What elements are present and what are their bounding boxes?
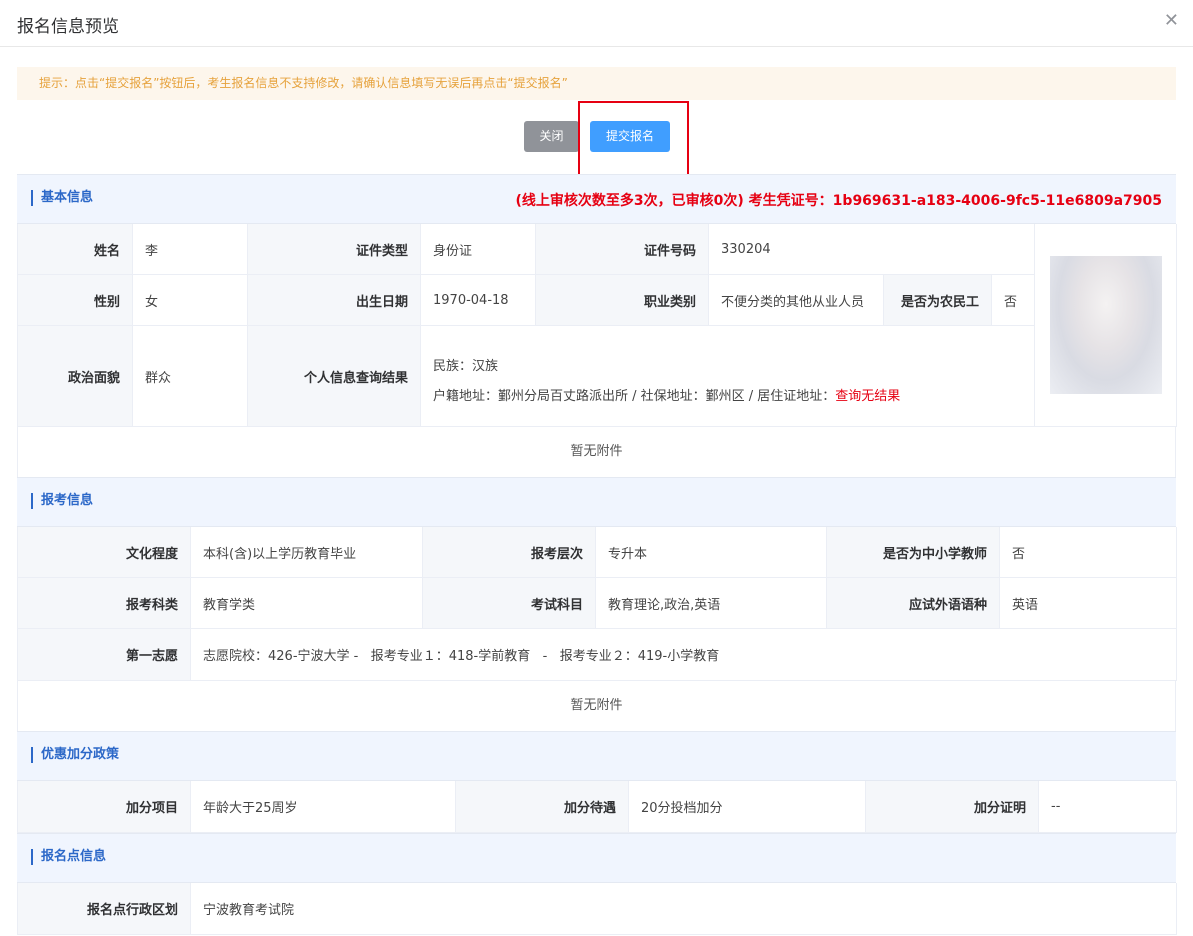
value-gender: 女 (133, 275, 248, 326)
tip-banner: 提示：点击“提交报名”按钮后，考生报名信息不支持修改，请确认信息填写无误后再点击… (17, 67, 1176, 100)
close-icon[interactable]: ✕ (1164, 10, 1179, 31)
value-site-region: 宁波教育考试院 (191, 883, 1177, 935)
photo-cell (1035, 224, 1177, 427)
label-job: 职业类别 (536, 275, 709, 326)
label-lang: 应试外语语种 (827, 578, 1000, 629)
highlight-box (578, 101, 689, 178)
label-bonus-treat: 加分待遇 (456, 781, 629, 833)
section-title: 报考信息 (31, 493, 93, 509)
label-site-region: 报名点行政区划 (18, 883, 191, 935)
label-query: 个人信息查询结果 (248, 326, 421, 427)
address-text: 户籍地址：鄞州分局百丈路派出所 / 社保地址：鄞州区 / 居住证地址： (433, 389, 836, 404)
value-subject: 教育理论,政治,英语 (596, 578, 827, 629)
value-edu: 本科(含)以上学历教育毕业 (191, 527, 423, 578)
value-wish: 志愿院校：426-宁波大学 - 报考专业１：418-学前教育 - 报考专业２：4… (191, 629, 1177, 681)
value-bonus-item: 年龄大于25周岁 (191, 781, 456, 833)
label-id-type: 证件类型 (248, 224, 421, 275)
label-politics: 政治面貌 (18, 326, 133, 427)
bonus-table: 加分项目 年龄大于25周岁 加分待遇 20分投档加分 加分证明 -- (17, 781, 1177, 833)
value-job: 不便分类的其他从业人员 (709, 275, 884, 326)
label-wish: 第一志愿 (18, 629, 191, 681)
label-birth: 出生日期 (248, 275, 421, 326)
label-name: 姓名 (18, 224, 133, 275)
audit-note: (线上审核次数至多3次，已审核0次) 考生凭证号：1b969631-a183-4… (515, 193, 1162, 209)
label-bonus-item: 加分项目 (18, 781, 191, 833)
close-button[interactable]: 关闭 (524, 121, 579, 152)
section-basic-info: 基本信息 (线上审核次数至多3次，已审核0次) 考生凭证号：1b969631-a… (17, 174, 1176, 224)
value-query: 民族：汉族 户籍地址：鄞州分局百丈路派出所 / 社保地址：鄞州区 / 居住证地址… (421, 326, 1035, 427)
label-id-no: 证件号码 (536, 224, 709, 275)
value-category: 教育学类 (191, 578, 423, 629)
avatar (1049, 256, 1162, 394)
dialog-header: 报名信息预览 ✕ (0, 0, 1193, 47)
value-politics: 群众 (133, 326, 248, 427)
section-bonus: 优惠加分政策 (17, 731, 1176, 781)
section-title: 报名点信息 (31, 849, 106, 865)
label-category: 报考科类 (18, 578, 191, 629)
value-lang: 英语 (1000, 578, 1177, 629)
label-bonus-proof: 加分证明 (866, 781, 1039, 833)
value-farmer: 否 (992, 275, 1035, 326)
section-exam-info: 报考信息 (17, 477, 1176, 527)
dialog-title: 报名信息预览 (17, 17, 119, 37)
label-teacher: 是否为中小学教师 (827, 527, 1000, 578)
section-title: 优惠加分政策 (31, 747, 119, 763)
value-level: 专升本 (596, 527, 827, 578)
label-farmer: 是否为农民工 (884, 275, 992, 326)
section-title: 基本信息 (31, 190, 93, 206)
value-bonus-proof: -- (1039, 781, 1177, 833)
basic-info-table: 姓名 李 证件类型 身份证 证件号码 330204 性别 女 出生日期 1970… (17, 224, 1177, 427)
value-id-no: 330204 (709, 224, 1035, 275)
nation-text: 民族：汉族 (433, 359, 499, 374)
label-level: 报考层次 (423, 527, 596, 578)
address-result: 查询无结果 (835, 389, 901, 404)
value-birth: 1970-04-18 (421, 275, 536, 326)
address-line: 户籍地址：鄞州分局百丈路派出所 / 社保地址：鄞州区 / 居住证地址：查询无结果 (433, 382, 1022, 412)
site-table: 报名点行政区划 宁波教育考试院 (17, 883, 1177, 935)
value-id-type: 身份证 (421, 224, 536, 275)
attachment-basic: 暂无附件 (17, 427, 1176, 477)
label-edu: 文化程度 (18, 527, 191, 578)
attachment-exam: 暂无附件 (17, 681, 1176, 731)
label-gender: 性别 (18, 275, 133, 326)
value-teacher: 否 (1000, 527, 1177, 578)
section-site: 报名点信息 (17, 833, 1176, 883)
value-bonus-treat: 20分投档加分 (629, 781, 866, 833)
exam-info-table: 文化程度 本科(含)以上学历教育毕业 报考层次 专升本 是否为中小学教师 否 报… (17, 527, 1177, 681)
label-subject: 考试科目 (423, 578, 596, 629)
value-name: 李 (133, 224, 248, 275)
